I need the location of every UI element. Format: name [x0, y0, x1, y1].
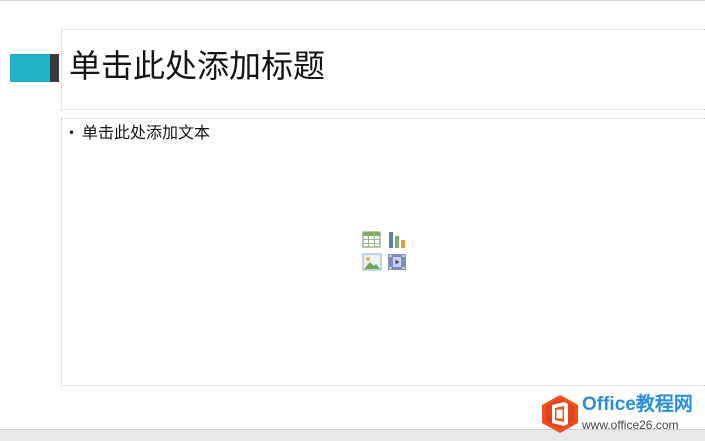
watermark: Office教程网 www.office26.com: [540, 392, 705, 438]
picture-icon[interactable]: [362, 253, 382, 271]
title-placeholder[interactable]: 单击此处添加标题: [61, 29, 705, 110]
watermark-site-name: Office教程网: [582, 394, 693, 415]
table-icon[interactable]: [362, 231, 382, 249]
bullet-marker: •: [68, 126, 76, 140]
watermark-site-url: www.office26.com: [582, 418, 679, 432]
bullet-line: • 单击此处添加文本: [68, 122, 210, 144]
content-placeholder[interactable]: • 单击此处添加文本: [61, 118, 705, 386]
chart-icon[interactable]: [387, 231, 407, 249]
office-logo-icon: [540, 394, 580, 434]
slide-canvas: 单击此处添加标题 • 单击此处添加文本: [0, 0, 705, 429]
title-accent-dark-bar: [50, 54, 59, 82]
insert-content-icons: [362, 231, 410, 275]
content-placeholder-text: 单击此处添加文本: [82, 123, 211, 142]
title-placeholder-text: 单击此处添加标题: [69, 47, 326, 85]
video-icon[interactable]: [387, 253, 407, 271]
title-accent-teal-bar: [10, 54, 50, 82]
